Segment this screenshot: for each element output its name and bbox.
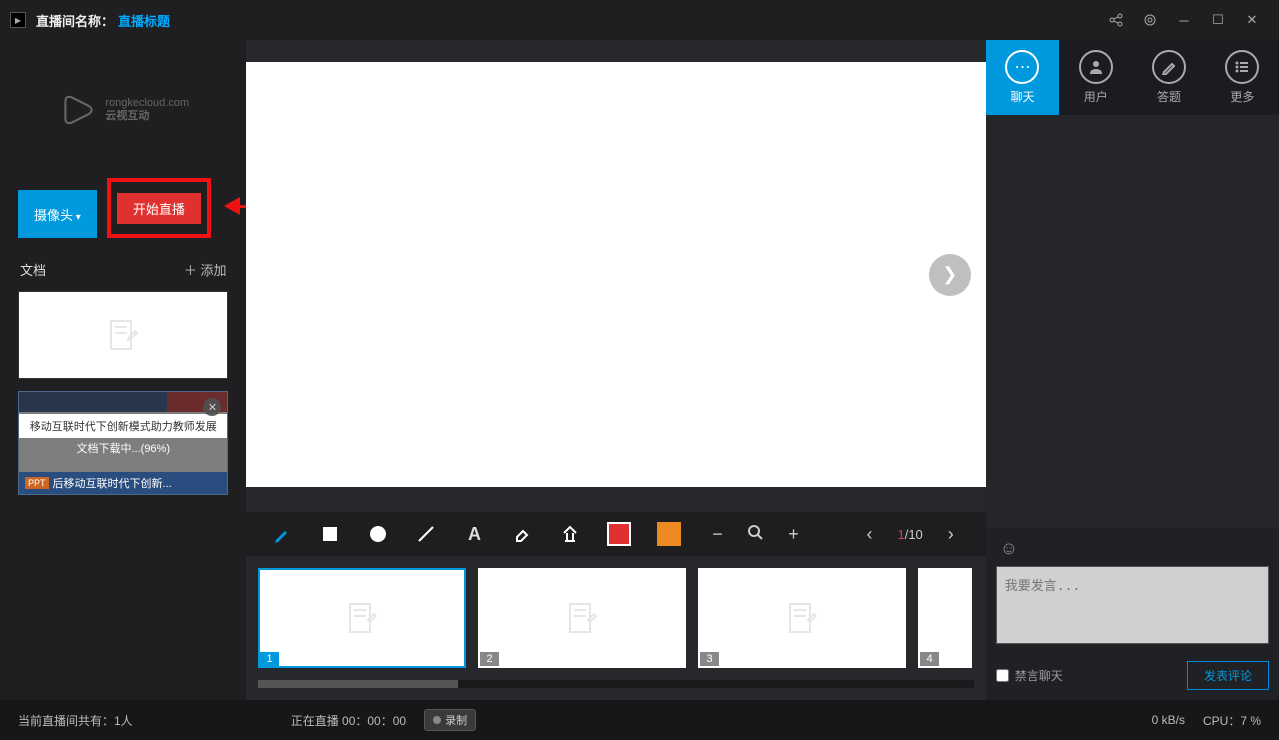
record-button[interactable]: 录制 bbox=[424, 709, 476, 731]
slide-thumbnail[interactable]: 1 bbox=[258, 568, 466, 668]
user-icon bbox=[1079, 50, 1113, 84]
color-red[interactable] bbox=[607, 522, 631, 546]
zoom-search-icon[interactable] bbox=[745, 524, 765, 545]
cpu-usage: CPU：7 % bbox=[1203, 712, 1261, 729]
slide-thumbnail[interactable]: 4 bbox=[918, 568, 972, 668]
line-tool-icon[interactable] bbox=[415, 523, 437, 545]
slide-number: 2 bbox=[480, 652, 498, 666]
logo-area: rongkecloud.com云视互动 bbox=[0, 40, 246, 180]
tab-chat[interactable]: ⋯ 聊天 bbox=[986, 40, 1059, 115]
share-icon[interactable] bbox=[1099, 0, 1133, 40]
close-button[interactable]: ✕ bbox=[1235, 0, 1269, 40]
slide-number: 1 bbox=[260, 652, 278, 666]
mute-chat-label: 禁言聊天 bbox=[1015, 667, 1063, 684]
tab-quiz[interactable]: 答题 bbox=[1132, 40, 1205, 115]
list-icon bbox=[1225, 50, 1259, 84]
annotation-toolbar: A − + ‹ 1/10 › bbox=[246, 512, 985, 556]
record-label: 录制 bbox=[445, 712, 467, 728]
loading-doc-title: 移动互联时代下创新模式助力教师发展 bbox=[19, 414, 227, 438]
tab-more-label: 更多 bbox=[1230, 88, 1254, 105]
whiteboard-canvas[interactable]: ❯ bbox=[246, 62, 985, 487]
slide-thumbnail[interactable]: 3 bbox=[698, 568, 906, 668]
tab-chat-label: 聊天 bbox=[1010, 88, 1034, 105]
slide-strip: 1 2 3 4 bbox=[246, 568, 985, 678]
right-panel: ⋯ 聊天 用户 答题 更多 ☺ 禁言聊天 bbox=[986, 40, 1279, 700]
document-thumbnail-blank[interactable] bbox=[18, 291, 228, 379]
slide-thumbnail[interactable]: 2 bbox=[478, 568, 686, 668]
next-slide-arrow-icon[interactable]: ❯ bbox=[929, 254, 971, 296]
slide-scrollbar[interactable] bbox=[258, 680, 973, 688]
tab-more[interactable]: 更多 bbox=[1206, 40, 1279, 115]
clear-tool-icon[interactable] bbox=[559, 523, 581, 545]
emoji-button-icon[interactable]: ☺ bbox=[996, 538, 1269, 562]
page-total: /10 bbox=[905, 527, 923, 542]
start-live-highlight: 开始直播 bbox=[107, 178, 211, 238]
status-bar: 当前直播间共有：1人 正在直播 00：00：00 录制 0 kB/s CPU：7… bbox=[0, 700, 1279, 740]
right-tabs: ⋯ 聊天 用户 答题 更多 bbox=[986, 40, 1279, 115]
maximize-button[interactable]: ☐ bbox=[1201, 0, 1235, 40]
start-live-button[interactable]: 开始直播 bbox=[117, 193, 201, 224]
ellipse-tool-icon[interactable] bbox=[367, 523, 389, 545]
chat-icon: ⋯ bbox=[1005, 50, 1039, 84]
logo: rongkecloud.com云视互动 bbox=[57, 89, 189, 131]
zoom-in-icon[interactable]: + bbox=[783, 524, 803, 545]
rectangle-tool-icon[interactable] bbox=[319, 523, 341, 545]
mute-chat-checkbox[interactable]: 禁言聊天 bbox=[996, 667, 1063, 684]
text-tool-icon[interactable]: A bbox=[463, 523, 485, 545]
send-comment-button[interactable]: 发表评论 bbox=[1187, 661, 1269, 690]
pen-tool-icon[interactable] bbox=[271, 523, 293, 545]
live-time: 正在直播 00：00：00 bbox=[291, 712, 406, 729]
color-orange[interactable] bbox=[657, 522, 681, 546]
camera-button[interactable]: 摄像头 bbox=[18, 190, 97, 238]
document-section-label: 文档 bbox=[20, 260, 46, 279]
settings-icon[interactable] bbox=[1133, 0, 1167, 40]
prev-page-icon[interactable]: ‹ bbox=[859, 524, 879, 545]
tab-user[interactable]: 用户 bbox=[1059, 40, 1132, 115]
title-bar: 直播间名称： 直播标题 ─ ☐ ✕ bbox=[0, 0, 1279, 40]
slide-number: 4 bbox=[920, 652, 938, 666]
minimize-button[interactable]: ─ bbox=[1167, 0, 1201, 40]
room-name-label: 直播间名称： bbox=[36, 11, 114, 30]
document-thumbnail-loading[interactable]: 移动互联时代下创新模式助力教师发展 文档下载中...(96%) PPT 后移动互… bbox=[18, 391, 228, 495]
add-document-button[interactable]: ＋ 添加 bbox=[184, 260, 227, 279]
app-icon bbox=[10, 12, 26, 28]
page-current: 1 bbox=[897, 527, 904, 542]
next-page-icon[interactable]: › bbox=[941, 524, 961, 545]
tab-quiz-label: 答题 bbox=[1157, 88, 1181, 105]
loading-progress-text: 文档下载中...(96%) bbox=[19, 438, 227, 458]
chat-input[interactable] bbox=[996, 566, 1269, 644]
pencil-icon bbox=[1152, 50, 1186, 84]
network-speed: 0 kB/s bbox=[1152, 713, 1185, 727]
loading-doc-filename: 后移动互联时代下创新... bbox=[53, 475, 172, 491]
center-area: ❯ A − + ‹ 1/10 › bbox=[246, 40, 985, 700]
ppt-badge: PPT bbox=[25, 477, 49, 489]
slide-number: 3 bbox=[700, 652, 718, 666]
viewer-count: 当前直播间共有：1人 bbox=[18, 712, 133, 729]
eraser-tool-icon[interactable] bbox=[511, 523, 533, 545]
left-sidebar: rongkecloud.com云视互动 摄像头 开始直播 文档 ＋ 添加 移动互… bbox=[0, 40, 246, 700]
chat-messages bbox=[986, 115, 1279, 528]
room-title: 直播标题 bbox=[118, 11, 170, 30]
zoom-out-icon[interactable]: − bbox=[707, 524, 727, 545]
tab-user-label: 用户 bbox=[1084, 88, 1108, 105]
